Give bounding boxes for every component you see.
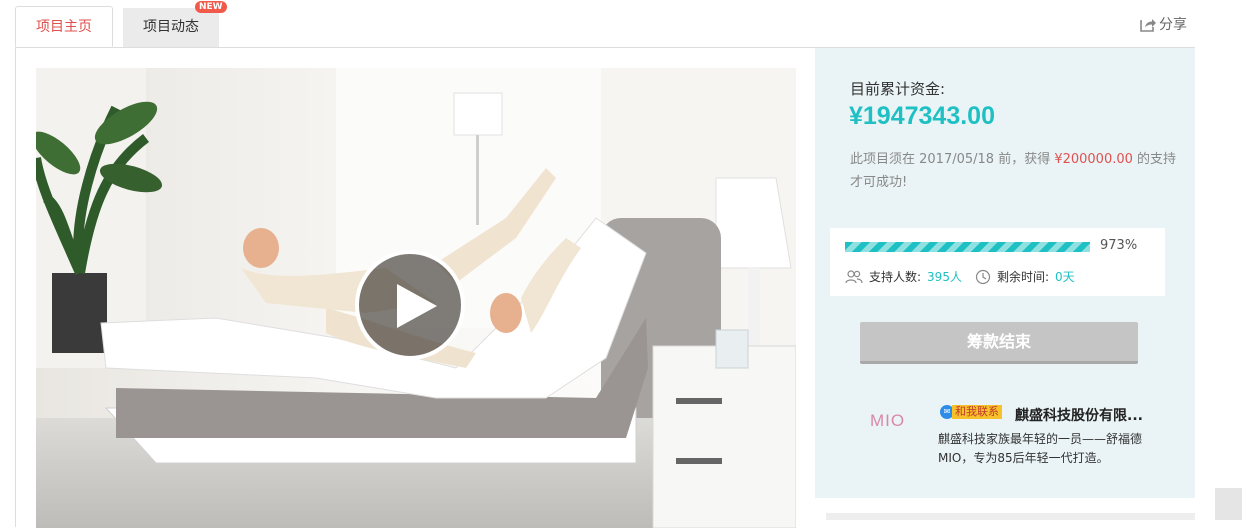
deadline-text: 此项目须在 2017/05/18 前，获得 ¥200000.00 的支持才可成功… xyxy=(850,148,1180,194)
time-left-label: 剩余时间: xyxy=(997,270,1050,284)
company-description: 麒盛科技家族最年轻的一员——舒福德MIO，专为85后年轻一代打造。 xyxy=(938,432,1143,465)
project-video[interactable] xyxy=(36,68,796,528)
raised-amount: ¥1947343.00 xyxy=(849,102,995,130)
contact-me-button[interactable]: ✉ 和我联系 xyxy=(940,405,1002,419)
progress-fill xyxy=(845,242,1090,252)
time-left-value: 0天 xyxy=(1055,270,1075,284)
progress-card: 973% 支持人数: 395人 剩余时间: 0天 xyxy=(830,228,1165,296)
tab-project-home[interactable]: 项目主页 xyxy=(15,6,113,47)
share-icon xyxy=(1140,18,1156,32)
supporters-value: 395人 xyxy=(927,270,962,284)
funding-panel: 目前累计资金: ¥1947343.00 此项目须在 2017/05/18 前，获… xyxy=(815,48,1195,498)
clock-icon xyxy=(975,269,991,284)
sponsor-logo[interactable]: MIO xyxy=(870,411,905,431)
side-float-widget[interactable] xyxy=(1215,488,1242,520)
progress-bar xyxy=(845,242,1090,252)
progress-percent: 973% xyxy=(1100,238,1138,253)
share-button[interactable]: 分享 xyxy=(1140,14,1187,34)
goal-amount: ¥200000.00 xyxy=(1054,152,1133,167)
play-icon xyxy=(397,284,437,328)
supporters-icon xyxy=(845,269,863,283)
raised-label: 目前累计资金: xyxy=(850,80,946,98)
supporters-label: 支持人数: xyxy=(869,270,922,284)
company-name[interactable]: 麒盛科技股份有限... xyxy=(1015,405,1143,425)
supporters-stat: 支持人数: 395人 xyxy=(845,268,962,285)
time-left-stat: 剩余时间: 0天 xyxy=(975,268,1075,285)
panel-next-section xyxy=(826,513,1195,520)
funding-ended-button[interactable]: 筹款结束 xyxy=(860,322,1138,364)
contact-label: 和我联系 xyxy=(952,405,1002,419)
new-badge: NEW xyxy=(195,1,227,13)
tab-project-news[interactable]: 项目动态 xyxy=(123,8,219,47)
deadline-prefix: 此项目须在 2017/05/18 前，获得 xyxy=(850,152,1055,167)
play-button[interactable] xyxy=(355,250,465,360)
share-label: 分享 xyxy=(1159,17,1187,33)
